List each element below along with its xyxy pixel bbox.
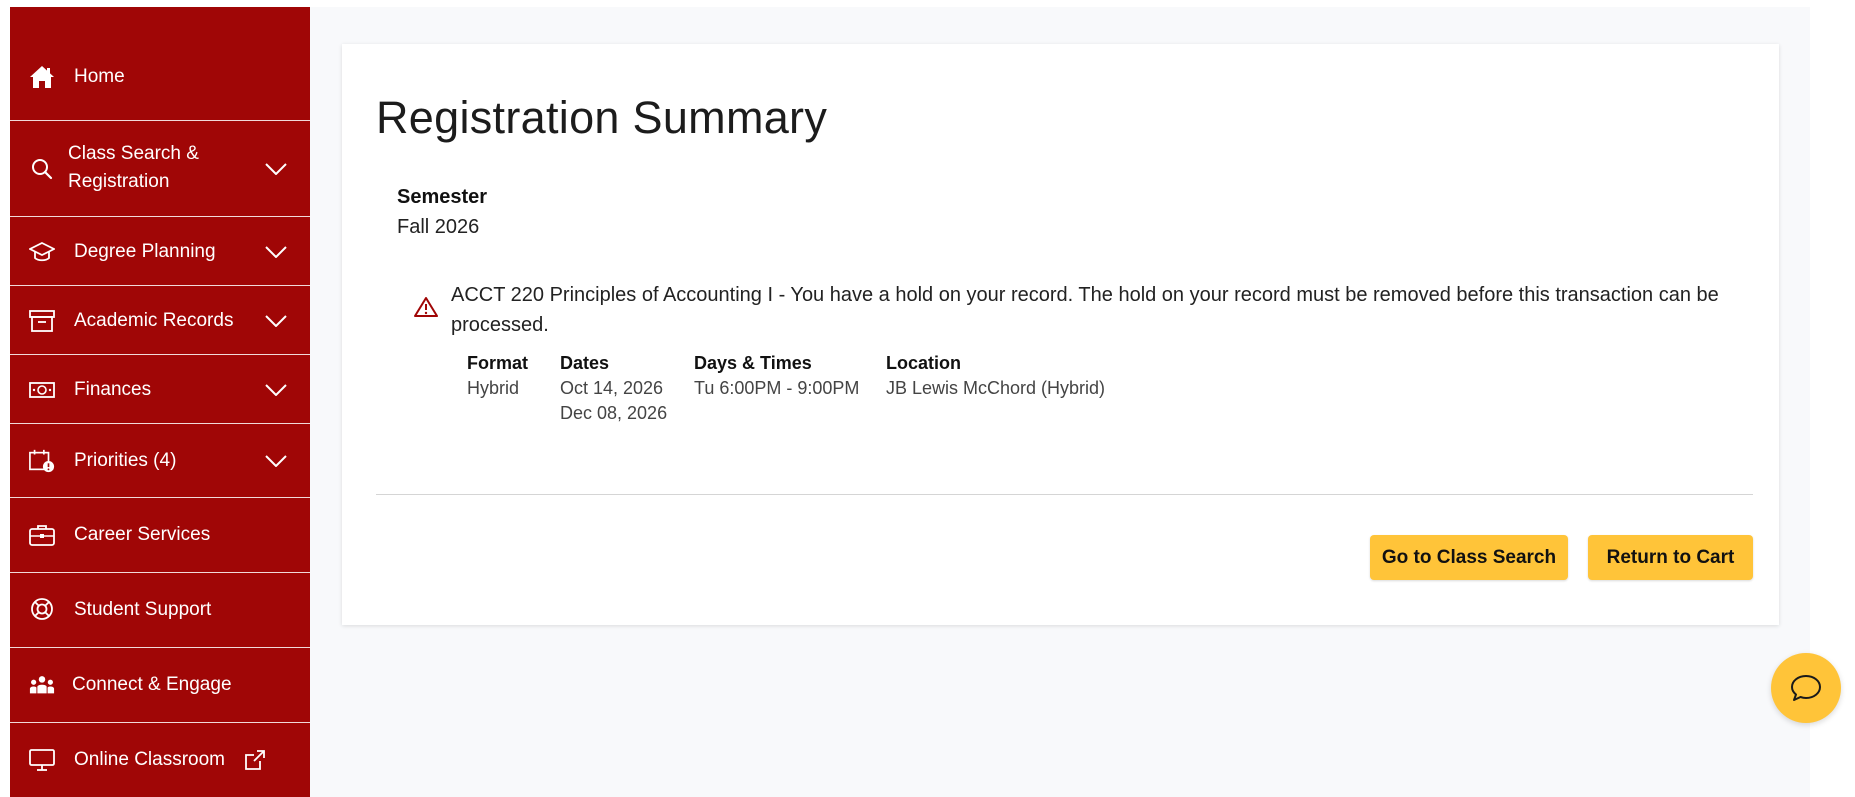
chevron-down-icon[interactable] [264,449,288,473]
sidebar-item-label: Career Services [74,524,211,545]
date-start: Oct 14, 2026 [560,378,664,398]
hold-alert-message: ACCT 220 Principles of Accounting I - Yo… [451,284,1719,336]
semester-label: Semester [397,186,488,208]
dates-column: Dates Oct 14, 2026 Dec 08, 2026 [560,351,694,426]
days-times-value: Tu 6:00PM - 9:00PM [694,378,860,398]
home-icon [29,64,55,90]
sidebar-item-home[interactable]: Home [10,7,310,121]
sidebar-item-student-support[interactable]: Student Support [10,573,310,648]
chevron-down-icon[interactable] [264,309,288,333]
sidebar-item-degree-planning[interactable]: Degree Planning [10,217,310,286]
location-column: Location JB Lewis McChord (Hybrid) [886,351,1146,426]
sidebar-nav: Home Class Search & Registration Degree … [10,7,310,797]
semester-value: Fall 2026 [397,216,480,238]
money-bill-icon [29,377,55,403]
format-label: Format [467,353,529,373]
sidebar-item-label: Academic Records [74,310,234,331]
sidebar-item-priorities[interactable]: Priorities (4) [10,424,310,498]
page-title: Registration Summary [376,92,828,143]
days-times-column: Days & Times Tu 6:00PM - 9:00PM [694,351,886,426]
sidebar-item-label: Priorities (4) [74,450,177,471]
lifebuoy-icon [29,596,55,622]
go-to-class-search-button[interactable]: Go to Class Search [1370,535,1568,580]
sidebar-item-career-services[interactable]: Career Services [10,498,310,573]
chevron-down-icon[interactable] [264,240,288,264]
briefcase-icon [29,522,55,548]
chat-button[interactable] [1771,653,1841,723]
dates-label: Dates [560,353,610,373]
warning-triangle-icon [414,296,438,320]
days-times-label: Days & Times [694,353,812,373]
sidebar-item-finances[interactable]: Finances [10,355,310,424]
sidebar-item-connect-engage[interactable]: Connect & Engage [10,648,310,723]
graduation-cap-icon [29,239,55,265]
return-to-cart-button[interactable]: Return to Cart [1588,535,1753,580]
external-link-icon [244,749,266,771]
calendar-alert-icon [29,448,55,474]
sidebar-item-online-classroom[interactable]: Online Classroom [10,723,310,797]
sidebar-item-class-search[interactable]: Class Search & Registration [10,121,310,217]
archive-box-icon [29,308,55,334]
sidebar-item-label: Finances [74,379,152,400]
class-details: Format Hybrid Dates Oct 14, 2026 Dec 08,… [467,351,1146,426]
people-group-icon [29,672,55,698]
format-column: Format Hybrid [467,351,560,426]
date-end: Dec 08, 2026 [560,403,668,423]
sidebar-item-label: Online Classroom [74,749,225,770]
sidebar-item-label: Connect & Engage [72,674,232,695]
search-icon [29,156,55,182]
location-value: JB Lewis McChord (Hybrid) [886,378,1106,398]
sidebar-item-academic-records[interactable]: Academic Records [10,286,310,355]
chevron-down-icon[interactable] [264,378,288,402]
sidebar-item-label: Class Search & Registration [68,143,199,192]
sidebar-item-label: Student Support [74,599,212,620]
monitor-icon [29,747,55,773]
registration-summary-card: Registration Summary Semester Fall 2026 … [342,44,1779,625]
divider [376,494,1753,495]
sidebar-item-label: Degree Planning [74,241,216,262]
format-value: Hybrid [467,378,520,398]
sidebar-item-label: Home [74,66,125,87]
chat-bubble-icon [1790,673,1822,703]
chevron-down-icon[interactable] [264,157,288,181]
location-label: Location [886,353,961,373]
